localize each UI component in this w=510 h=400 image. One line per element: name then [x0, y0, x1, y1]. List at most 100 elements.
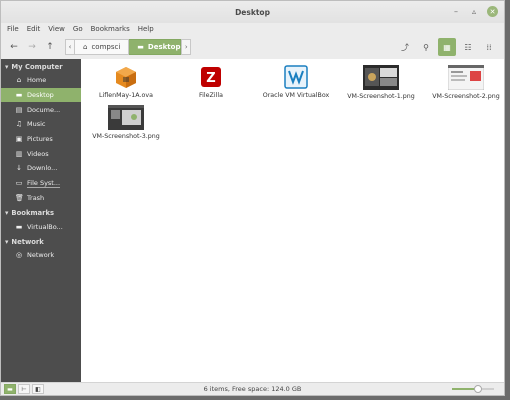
chevron-down-icon: ▾ [5, 237, 9, 246]
menu-bookmarks[interactable]: Bookmarks [91, 25, 130, 33]
chevron-down-icon: ▾ [5, 63, 9, 71]
file-item[interactable]: Z FileZilla [175, 65, 247, 99]
minimize-button[interactable]: – [451, 6, 461, 16]
folder-icon: ▬ [15, 91, 23, 100]
file-name: Oracle VM VirtualBox [262, 92, 330, 99]
file-view[interactable]: LiflenMay-1A.ova Z FileZilla Oracle VM V… [81, 59, 504, 382]
up-button[interactable]: ↑ [41, 38, 59, 56]
sidebar-item-label: Pictures [27, 135, 53, 144]
breadcrumb-scroll-left[interactable]: ‹ [65, 39, 75, 55]
sidebar-item-label: VirtualBo... [27, 222, 63, 231]
menu-edit[interactable]: Edit [27, 25, 41, 33]
folder-icon: ▬ [137, 43, 144, 51]
sidebar-item-label: Desktop [27, 91, 54, 100]
window-title: Desktop [235, 7, 270, 17]
sidebar-item-label: Trash [27, 193, 45, 202]
chevron-down-icon: ▾ [5, 209, 9, 218]
zoom-slider[interactable] [452, 385, 494, 393]
forward-button[interactable]: → [23, 38, 41, 56]
compact-view-button[interactable]: ⁞⁞ [480, 38, 498, 56]
network-icon: ◎ [15, 251, 23, 260]
home-icon: ⌂ [16, 76, 22, 85]
zoom-slider-handle[interactable] [474, 385, 483, 393]
section-title: Network [11, 237, 44, 246]
home-icon: ⌂ [83, 43, 88, 51]
file-item[interactable]: VM-Screenshot-2.png [430, 65, 502, 100]
folder-icon: ▬ [15, 222, 23, 231]
sidebar-item-label: Music [27, 120, 46, 129]
document-icon: ▤ [15, 105, 23, 114]
status-bar: ▬ ⊢ ◧ 6 items, Free space: 124.0 GB [1, 382, 504, 395]
sidebar-item-documents[interactable]: ▤ Docume... [1, 102, 81, 117]
trash-icon: 🗑 [15, 193, 24, 202]
download-icon: ↓ [16, 164, 22, 173]
chevron-left-icon: ‹ [68, 43, 72, 51]
video-icon: ▥ [15, 149, 23, 158]
sidebar-section-header[interactable]: ▾ My Computer [1, 59, 81, 73]
menu-bar: File Edit View Go Bookmarks Help [1, 23, 504, 35]
compact-icon: ⁞⁞ [486, 42, 492, 52]
sidebar-section-header[interactable]: ▾ Bookmarks [1, 205, 81, 219]
file-item[interactable]: VM-Screenshot-3.png [90, 105, 162, 140]
section-title: Bookmarks [11, 209, 55, 218]
filezilla-icon: Z [201, 67, 221, 87]
title-bar[interactable]: Desktop – ▵ ✕ [1, 1, 504, 23]
icon-view-button[interactable]: ▦ [438, 38, 456, 56]
file-name: FileZilla [199, 92, 223, 99]
file-item[interactable]: Oracle VM VirtualBox [260, 65, 332, 99]
menu-help[interactable]: Help [138, 25, 154, 33]
music-icon: ♫ [15, 120, 23, 129]
file-name: LiflenMay-1A.ova [99, 92, 153, 99]
file-name: VM-Screenshot-3.png [92, 133, 160, 140]
grid-icon: ▦ [443, 42, 451, 52]
menu-view[interactable]: View [48, 25, 65, 33]
file-name: VM-Screenshot-2.png [432, 93, 500, 100]
package-icon [116, 67, 136, 88]
section-title: My Computer [11, 63, 63, 71]
breadcrumb-compsci[interactable]: ⌂ compsci [75, 39, 130, 55]
close-button[interactable]: ✕ [487, 6, 498, 17]
breadcrumb-label: compsci [91, 43, 121, 51]
file-name: VM-Screenshot-1.png [347, 93, 415, 100]
menu-file[interactable]: File [7, 25, 19, 33]
breadcrumb-desktop[interactable]: ▬ Desktop [129, 39, 182, 55]
sidebar-item-desktop[interactable]: ▬ Desktop [1, 87, 81, 103]
arrow-left-icon: ← [10, 42, 18, 52]
maximize-button[interactable]: ▵ [469, 6, 479, 16]
toggle-location-button[interactable]: ⤴ [396, 38, 414, 56]
breadcrumb-label: Desktop [147, 43, 181, 51]
sidebar-item-music[interactable]: ♫ Music [1, 117, 81, 132]
view-tools: ⤴ ⚲ ▦ ☷ ⁞⁞ [396, 38, 498, 56]
sidebar: ▾ My Computer ⌂ Home ▬ Desktop ▤ Docume... ♫… [1, 59, 81, 382]
location-icon: ⤴ [401, 42, 409, 52]
sidebar-item-network[interactable]: ◎ Network [1, 248, 81, 263]
svg-text:Z: Z [206, 71, 215, 86]
sidebar-item-filesystem[interactable]: ▭ File Syst... [1, 176, 81, 191]
back-button[interactable]: ← [5, 38, 23, 56]
sidebar-item-label: Docume... [27, 105, 61, 114]
sidebar-item-trash[interactable]: 🗑 Trash [1, 191, 81, 206]
pictures-icon: ▣ [15, 135, 23, 144]
sidebar-item-pictures[interactable]: ▣ Pictures [1, 132, 81, 147]
sidebar-item-virtualbox[interactable]: ▬ VirtualBo... [1, 219, 81, 234]
virtualbox-icon [284, 65, 308, 89]
file-item[interactable]: VM-Screenshot-1.png [345, 65, 417, 100]
menu-go[interactable]: Go [73, 25, 83, 33]
search-button[interactable]: ⚲ [417, 38, 435, 56]
breadcrumb-scroll-right[interactable]: › [181, 39, 192, 55]
sidebar-item-label: File Syst... [27, 178, 61, 188]
sidebar-item-home[interactable]: ⌂ Home [1, 73, 81, 88]
list-view-button[interactable]: ☷ [459, 38, 477, 56]
sidebar-item-downloads[interactable]: ↓ Downlo... [1, 161, 81, 176]
toolbar: ← → ↑ ‹ ⌂ compsci ▬ Desktop › ⤴ ⚲ ▦ ☷ ⁞⁞ [1, 35, 504, 60]
window-controls: – ▵ ✕ [451, 6, 498, 17]
chevron-right-icon: › [184, 43, 188, 51]
breadcrumb: ‹ ⌂ compsci ▬ Desktop › [65, 39, 192, 55]
image-thumbnail-icon [108, 105, 144, 130]
search-icon: ⚲ [423, 42, 429, 52]
sidebar-item-videos[interactable]: ▥ Videos [1, 146, 81, 161]
file-item[interactable]: LiflenMay-1A.ova [90, 65, 162, 99]
drive-icon: ▭ [15, 179, 23, 188]
sidebar-section-header[interactable]: ▾ Network [1, 234, 81, 248]
image-thumbnail-icon [363, 65, 399, 90]
